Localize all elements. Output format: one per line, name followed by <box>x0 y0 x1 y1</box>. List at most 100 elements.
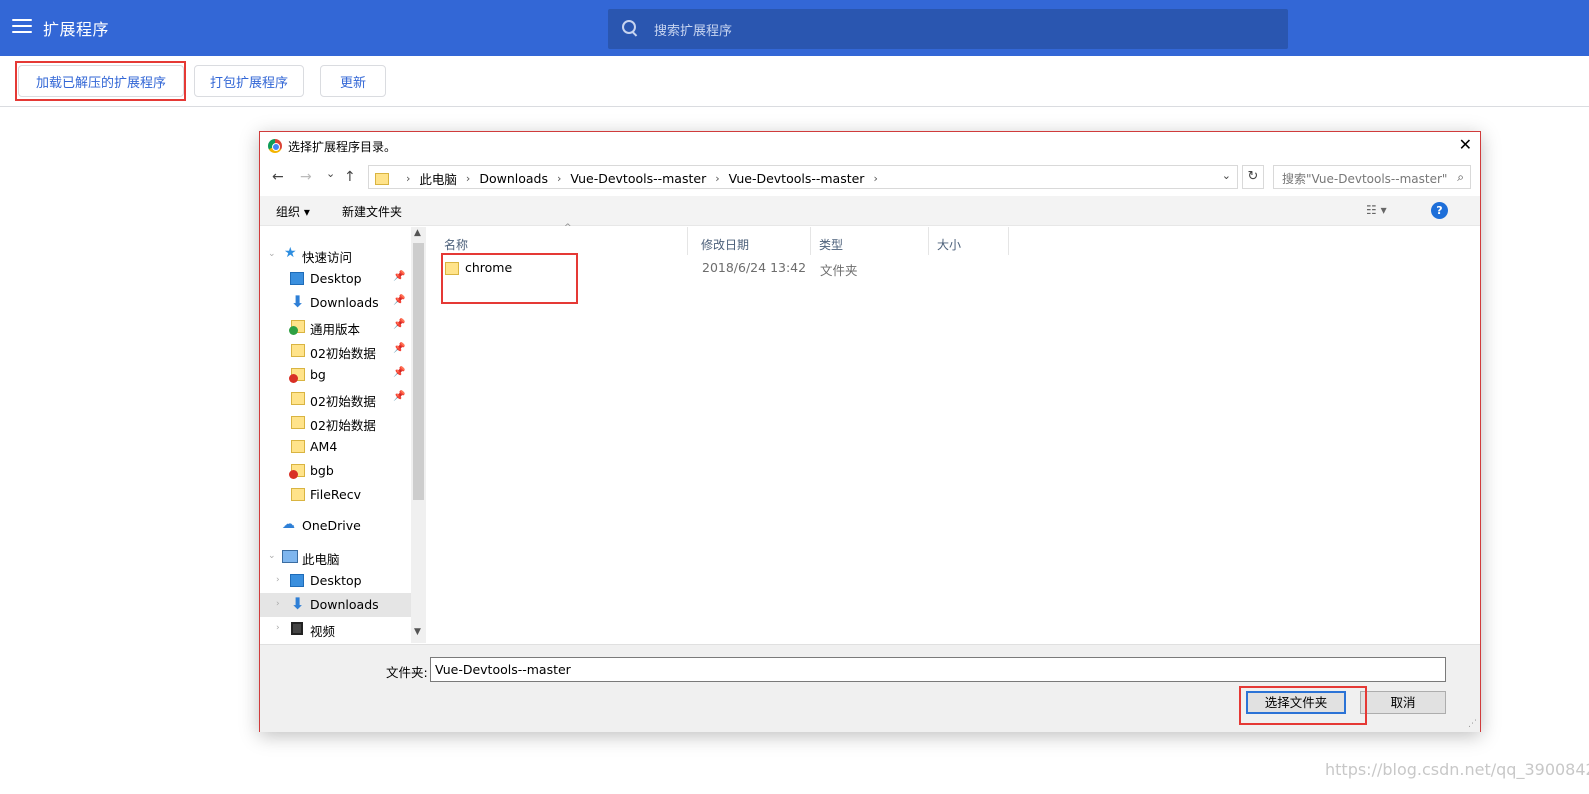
tree-item-folder[interactable]: bg 📌 <box>260 363 426 387</box>
pin-icon[interactable]: 📌 <box>393 271 405 282</box>
organize-menu[interactable]: 组织 ▾ <box>276 203 310 220</box>
pack-extension-button[interactable]: 打包扩展程序 <box>194 65 304 97</box>
folder-icon <box>291 416 305 429</box>
folder-icon <box>291 440 305 453</box>
highlight-annotation <box>441 253 578 304</box>
column-header-date[interactable]: 修改日期 <box>693 227 811 255</box>
chevron-down-icon: ⌄ <box>268 551 276 561</box>
hamburger-menu-icon[interactable] <box>12 19 32 35</box>
chevron-up-icon[interactable]: ▲ <box>414 228 421 238</box>
navigation-bar: ← → ⌄ ↑ › 此电脑 › Downloads › Vue-Devtools… <box>260 163 1480 191</box>
tree-label: 02初始数据 <box>310 394 376 409</box>
tree-item-folder[interactable]: 通用版本 📌 <box>260 315 426 339</box>
close-icon[interactable]: ✕ <box>1459 135 1472 154</box>
folder-name-input[interactable]: Vue-Devtools--master <box>430 657 1446 682</box>
film-icon <box>291 622 303 635</box>
scrollbar-thumb[interactable] <box>413 243 424 500</box>
tree-label: OneDrive <box>302 518 361 533</box>
chevron-right-icon: › <box>276 599 280 609</box>
up-arrow-icon[interactable]: ↑ <box>344 169 356 185</box>
resize-grip-icon[interactable]: ⋰ <box>1468 719 1477 729</box>
recent-locations-icon[interactable]: ⌄ <box>326 167 335 180</box>
chevron-down-icon[interactable]: ⌄ <box>1222 169 1231 182</box>
chevron-right-icon: › <box>276 623 280 633</box>
folder-icon <box>289 368 305 383</box>
breadcrumb-item[interactable]: Downloads <box>479 171 548 186</box>
tree-label: 通用版本 <box>310 322 361 337</box>
tree-item-folder[interactable]: FileRecv <box>260 483 426 507</box>
tree-item-videos[interactable]: › 视频 <box>260 617 426 641</box>
tree-item-desktop[interactable]: › Desktop <box>260 569 426 593</box>
chevron-right-icon: › <box>406 172 411 185</box>
extensions-toolbar: 加载已解压的扩展程序 打包扩展程序 更新 <box>0 56 1589 107</box>
column-header-size[interactable]: 大小 <box>929 227 1009 255</box>
tree-label: 视频 <box>310 624 336 639</box>
breadcrumb-item[interactable]: Vue-Devtools--master <box>570 171 706 186</box>
tree-item-folder[interactable]: 02初始数据 📌 <box>260 339 426 363</box>
tree-item-folder[interactable]: AM4 <box>260 435 426 459</box>
chevron-down-icon[interactable]: ▼ <box>414 627 421 637</box>
desktop-icon <box>290 272 304 285</box>
file-type: 文件夹 <box>820 263 858 278</box>
view-options-icon[interactable]: ☷ ▾ <box>1366 203 1387 217</box>
sync-error-icon <box>289 470 298 479</box>
pin-icon[interactable]: 📌 <box>393 391 405 402</box>
folder-search-input[interactable]: 搜索"Vue-Devtools--master" ⌕ <box>1273 165 1471 189</box>
pin-icon[interactable]: 📌 <box>393 319 405 330</box>
download-icon: ⬇ <box>291 594 305 613</box>
tree-item-downloads[interactable]: ⬇ Downloads 📌 <box>260 291 426 315</box>
help-icon[interactable]: ? <box>1431 202 1448 219</box>
search-placeholder: 搜索扩展程序 <box>654 24 733 39</box>
folder-icon <box>291 488 305 501</box>
pin-icon[interactable]: 📌 <box>393 367 405 378</box>
update-button[interactable]: 更新 <box>320 65 386 97</box>
chevron-right-icon: › <box>715 172 720 185</box>
tree-label: Downloads <box>310 295 379 310</box>
breadcrumb-item[interactable]: Vue-Devtools--master <box>729 171 865 186</box>
folder-icon <box>291 392 305 405</box>
search-icon <box>622 20 640 38</box>
breadcrumb-item[interactable]: 此电脑 <box>419 169 457 188</box>
nav-scrollbar[interactable]: ▲ ▼ <box>411 227 426 643</box>
back-arrow-icon[interactable]: ← <box>272 169 284 185</box>
chevron-down-icon: ⌄ <box>268 249 276 259</box>
tree-label: Desktop <box>310 271 362 286</box>
chevron-right-icon: › <box>465 172 471 185</box>
highlight-annotation <box>1239 686 1367 725</box>
pin-icon[interactable]: 📌 <box>393 295 405 306</box>
new-folder-button[interactable]: 新建文件夹 <box>342 203 402 220</box>
dialog-title: 选择扩展程序目录。 <box>288 140 397 154</box>
tree-label: 02初始数据 <box>310 346 376 361</box>
select-folder-dialog: 选择扩展程序目录。 ✕ ← → ⌄ ↑ › 此电脑 › Downloads › … <box>259 131 1481 732</box>
file-list: ^ 名称 修改日期 类型 大小 chrome 2018/6/24 13:42 文… <box>428 223 1480 643</box>
page-title: 扩展程序 <box>43 20 110 39</box>
refresh-icon[interactable]: ↻ <box>1242 165 1264 189</box>
column-header-name[interactable]: 名称 <box>436 227 688 255</box>
extensions-search-input[interactable]: 搜索扩展程序 <box>608 9 1288 49</box>
tree-label: bgb <box>310 463 334 478</box>
pin-icon[interactable]: 📌 <box>393 343 405 354</box>
tree-label: AM4 <box>310 439 338 454</box>
forward-arrow-icon[interactable]: → <box>300 169 312 185</box>
tree-label: 02初始数据 <box>310 418 376 433</box>
tree-label: 此电脑 <box>302 552 340 567</box>
command-bar: 组织 ▾ 新建文件夹 ☷ ▾ ? <box>260 196 1480 226</box>
tree-item-folder[interactable]: 02初始数据 <box>260 411 426 435</box>
tree-item-this-pc[interactable]: ⌄ 此电脑 <box>260 545 426 569</box>
extensions-header: 扩展程序 搜索扩展程序 <box>0 0 1589 56</box>
highlight-annotation <box>15 61 186 101</box>
tree-item-desktop[interactable]: Desktop 📌 <box>260 267 426 291</box>
tree-item-folder[interactable]: 02初始数据 📌 <box>260 387 426 411</box>
address-bar[interactable]: › 此电脑 › Downloads › Vue-Devtools--master… <box>368 165 1238 189</box>
tree-item-quick-access[interactable]: ⌄ ★ 快速访问 <box>260 243 426 267</box>
cancel-button[interactable]: 取消 <box>1360 691 1446 714</box>
table-row[interactable]: chrome 2018/6/24 13:42 文件夹 <box>428 257 1480 279</box>
tree-item-folder[interactable]: bgb <box>260 459 426 483</box>
folder-icon <box>375 172 389 185</box>
tree-item-downloads[interactable]: › ⬇ Downloads <box>260 593 426 617</box>
sync-error-icon <box>289 374 298 383</box>
tree-item-onedrive[interactable]: ☁ OneDrive <box>260 514 426 538</box>
tree-label: 快速访问 <box>302 250 353 265</box>
chrome-icon <box>268 139 282 153</box>
column-header-type[interactable]: 类型 <box>811 227 929 255</box>
